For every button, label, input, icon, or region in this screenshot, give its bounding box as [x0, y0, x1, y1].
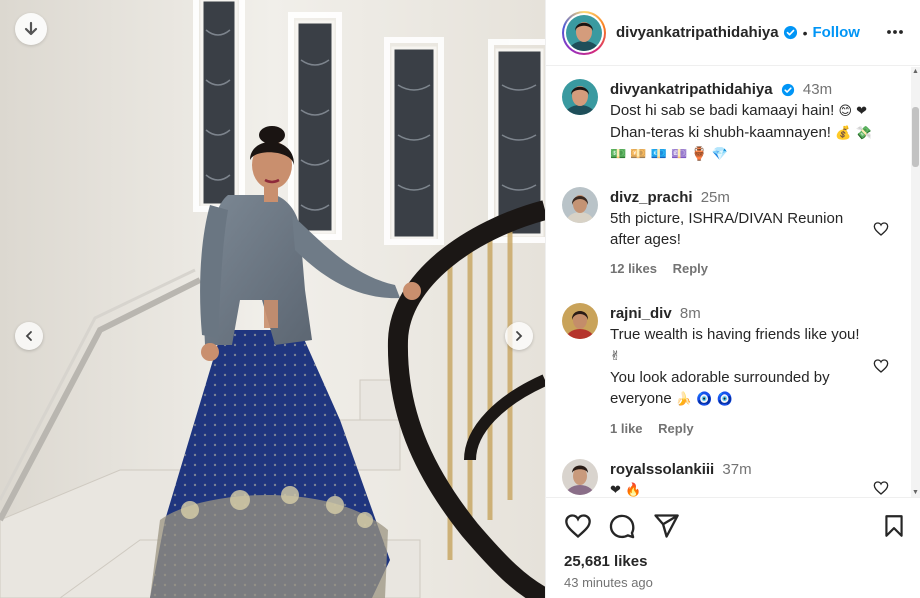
bookmark-icon[interactable]	[881, 512, 907, 540]
caption: divyankatripathidahiya 43m Dost hi sab s…	[562, 79, 902, 179]
scroll-up-icon[interactable]: ▲	[911, 68, 920, 75]
comment-username[interactable]: rajni_div	[610, 305, 672, 322]
comment-item: rajni_div 8m True wealth is having frien…	[562, 303, 902, 443]
caption-line-2-emoji: 💰 💸	[835, 126, 872, 141]
header-username[interactable]: divyankatripathidahiya	[616, 24, 779, 41]
comment-likes[interactable]: 12 likes	[610, 261, 657, 276]
comment-text: True wealth is having friends like you!	[610, 326, 860, 343]
comment-username[interactable]: royalssolankiii	[610, 461, 714, 478]
verified-badge-icon	[783, 25, 797, 40]
more-options-icon[interactable]	[885, 22, 905, 42]
comment-likes[interactable]: 1 like	[610, 421, 643, 436]
comment-time[interactable]: 25m	[701, 189, 730, 206]
verified-badge-icon	[781, 83, 794, 97]
chevron-left-icon	[25, 331, 32, 341]
avatar[interactable]	[562, 459, 598, 495]
previous-photo-button[interactable]	[15, 322, 43, 350]
comment-time[interactable]: 37m	[722, 461, 751, 478]
caption-time[interactable]: 43m	[803, 81, 832, 98]
arrow-down-icon	[24, 21, 38, 36]
comment-item: divz_prachi 25m 5th picture, ISHRA/DIVAN…	[562, 187, 902, 282]
scrollbar-thumb[interactable]	[912, 107, 919, 167]
comment-text: 5th picture, ISHRA/DIVAN Reunion after a…	[610, 210, 844, 248]
caption-line-3-emoji: 💵 💴 💶 💷 🏺 💎	[610, 147, 728, 162]
heart-icon[interactable]	[873, 358, 889, 374]
post-panel: divyankatripathidahiya • Follow divyanka…	[545, 0, 920, 598]
scroll-down-icon[interactable]: ▼	[911, 489, 920, 496]
avatar	[566, 14, 602, 51]
avatar[interactable]	[562, 187, 598, 223]
avatar[interactable]	[562, 303, 598, 339]
caption-line-2: Dhan-teras ki shubh-kaamnayen!	[610, 124, 831, 141]
likes-count[interactable]: 25,681 likes	[564, 553, 647, 570]
next-photo-button[interactable]	[505, 322, 533, 350]
heart-icon[interactable]	[564, 512, 592, 540]
post-photo[interactable]	[0, 0, 545, 598]
comments-list[interactable]: divyankatripathidahiya 43m Dost hi sab s…	[546, 67, 912, 497]
reply-button[interactable]: Reply	[673, 261, 708, 276]
caption-line-1-emoji: 😊 ❤	[838, 104, 868, 119]
heart-icon[interactable]	[873, 480, 889, 496]
story-ring[interactable]	[562, 10, 606, 55]
chevron-right-icon	[516, 331, 523, 341]
comment-emoji: 🍌 🧿 🧿	[675, 392, 733, 407]
comment-emoji: ❤ 🔥	[610, 483, 642, 497]
comment-time[interactable]: 8m	[680, 305, 701, 322]
photo-scene	[0, 0, 545, 598]
comment-username[interactable]: divz_prachi	[610, 189, 693, 206]
paper-plane-icon[interactable]	[652, 512, 680, 540]
caption-username[interactable]: divyankatripathidahiya	[610, 81, 773, 98]
header-separator: •	[802, 24, 808, 41]
reply-button[interactable]: Reply	[658, 421, 693, 436]
follow-button[interactable]: Follow	[812, 24, 860, 41]
post-header: divyankatripathidahiya • Follow	[546, 0, 920, 66]
comment-item: royalssolankiii 37m ❤ 🔥	[562, 459, 902, 497]
heart-icon[interactable]	[873, 221, 889, 237]
caption-line-1: Dost hi sab se badi kamaayi hain!	[610, 102, 835, 119]
comment-emoji: ✌	[610, 349, 621, 364]
post-time[interactable]: 43 minutes ago	[564, 575, 653, 590]
download-button[interactable]	[15, 13, 47, 45]
comment-bubble-icon[interactable]	[608, 512, 636, 540]
avatar[interactable]	[562, 79, 598, 115]
comments-scrollbar[interactable]: ▲ ▼	[911, 67, 920, 497]
